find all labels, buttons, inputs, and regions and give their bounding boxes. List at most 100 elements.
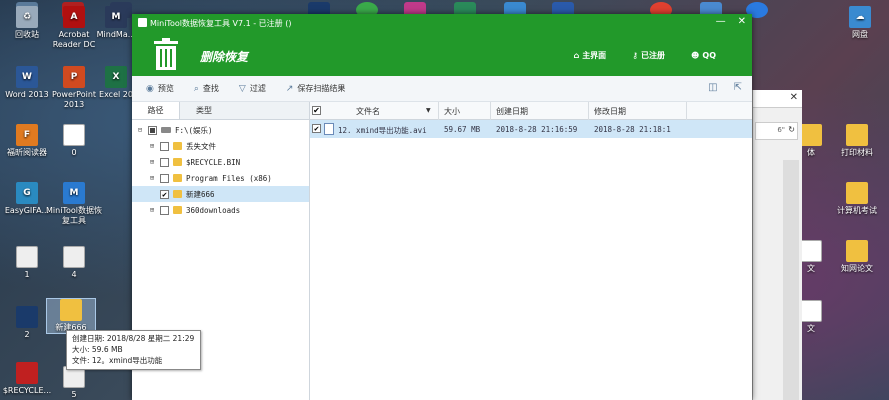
tree-label: 新建666 [186,189,215,199]
desktop-icon-label: PowerPoint 2013 [51,90,97,109]
panel-toggle-icon[interactable]: ◫ [708,82,717,93]
tree-checkbox[interactable]: ✔ [160,189,169,199]
nav-registered-label: 已注册 [641,51,666,60]
collapse-icon[interactable]: ⊟ [136,126,144,134]
toolbar-right: ◫ ⇱ [708,82,742,93]
nav-registered[interactable]: ⚷ 已注册 [632,50,665,61]
folder-icon [173,142,182,150]
background-window-titlebar[interactable]: ✕ [753,90,802,108]
address-box[interactable]: 6" ↻ [755,122,798,140]
folder-icon [173,174,182,182]
expand-icon[interactable]: ⊞ [148,142,156,150]
address-text: 6" [777,126,785,134]
desktop-icon-new666[interactable]: 新建666 [46,298,96,334]
desktop-icon-print[interactable]: 打印材料 [830,124,884,158]
preview-button[interactable]: ◉ 预览 [146,83,174,94]
excel-icon: X [105,66,127,88]
column-divider[interactable] [490,102,491,120]
file-icon [800,240,822,262]
qq-icon: ☻ [691,51,700,60]
nav-home-label: 主界面 [582,51,607,60]
export-icon[interactable]: ⇱ [734,82,742,93]
column-divider[interactable] [438,102,439,120]
sort-icon[interactable]: ▼ [426,107,431,114]
cell-created: 2018-8-28 21:16:59 [496,125,578,134]
expand-icon[interactable]: ⊞ [148,158,156,166]
desktop-icon-exam[interactable]: 计算机考试 [830,182,884,216]
desktop-icon-minitool[interactable]: M MiniTool数据恢复工具 [46,182,102,226]
filter-icon: ▽ [238,83,246,94]
table-row[interactable]: ✔ 12. xmind导出功能.avi 59.67 MB 2018-8-28 2… [310,120,752,138]
desktop-icon-powerpoint[interactable]: P PowerPoint 2013 [46,66,102,110]
desktop-icon-excel[interactable]: X Excel 20 [96,66,136,100]
scrollbar[interactable] [783,160,799,400]
tree-row-new666[interactable]: ✔ 新建666 [132,186,309,202]
acrobat-icon: A [63,6,85,28]
desktop-icon-cnki[interactable]: 知网论文 [830,240,884,274]
close-icon[interactable]: ✕ [738,16,746,27]
tab-path[interactable]: 路径 [132,102,180,119]
preview-label: 预览 [157,84,174,93]
tree-row-lost-files[interactable]: ⊞ 丢失文件 [132,138,309,154]
col-modified-header[interactable]: 修改日期 [594,106,626,117]
desktop-icon-label: 计算机考试 [837,206,877,215]
tooltip-created: 创建日期: 2018/8/28 星期二 21:29 [72,334,195,343]
tree-checkbox[interactable] [160,205,169,215]
desktop-icon-netdisk[interactable]: ☁ 网盘 [836,6,884,40]
background-window[interactable]: ✕ 6" ↻ [752,90,802,400]
app-window: MiniTool数据恢复工具 V7.1 - 已注册 () — ✕ 删除恢复 ⌂ … [132,14,752,400]
tab-type[interactable]: 类型 [180,102,228,119]
column-divider[interactable] [588,102,589,120]
cell-modified: 2018-8-28 21:18:1 [594,125,671,134]
save-scan-button[interactable]: ↗ 保存扫描结果 [286,83,346,94]
folder-icon [173,206,182,214]
desktop-icon-label: 福昕阅读器 [7,148,47,157]
desktop-icon-0[interactable]: 0 [46,124,102,158]
cell-size: 59.67 MB [444,125,481,134]
col-created-header[interactable]: 创建日期 [496,106,528,117]
toolbar: ◉ 预览 ⌕ 查找 ▽ 过滤 ↗ 保存扫描结果 ◫ ⇱ [132,76,752,102]
easygif-icon: G [16,182,38,204]
folder-icon [846,124,868,146]
tree-label: $RECYCLE.BIN [186,157,241,167]
select-all-checkbox[interactable]: ✔ [312,106,321,115]
cloud-icon: ☁ [849,6,871,28]
expand-icon[interactable]: ⊞ [148,174,156,182]
minimize-icon[interactable]: — [716,16,726,27]
desktop-icon-acrobat[interactable]: A Acrobat Reader DC [46,6,102,50]
nav-qq-label: QQ [702,51,716,60]
desktop-icon-label: $RECYCLE... [2,386,52,395]
eye-icon: ◉ [146,83,154,94]
column-divider[interactable] [686,102,687,120]
desktop-icon-5[interactable]: 5 [46,366,102,400]
desktop-icon-4[interactable]: 4 [46,246,102,280]
filter-button[interactable]: ▽ 过滤 [239,83,266,94]
tree-checkbox[interactable] [160,141,169,151]
row-checkbox[interactable]: ✔ [312,124,321,133]
app-logo-icon [138,18,147,27]
cell-name: 12. xmind导出功能.avi [338,126,427,135]
foxit-icon: F [16,124,38,146]
refresh-icon[interactable]: ↻ [788,125,795,134]
nav-home[interactable]: ⌂ 主界面 [573,50,606,61]
find-button[interactable]: ⌕ 查找 [194,83,219,94]
tree-checkbox[interactable] [148,125,157,135]
desktop-icon-label: 0 [71,148,77,157]
col-name-header[interactable]: 文件名 [356,106,380,117]
col-size-header[interactable]: 大小 [444,106,460,117]
file-grid: ✔ 文件名 ▼ 大小 创建日期 修改日期 ✔ 12. xmind导出功能.avi… [310,102,752,400]
expand-icon[interactable]: ⊞ [148,206,156,214]
tree-label: 丢失文件 [186,141,216,151]
tree-checkbox[interactable] [160,157,169,167]
titlebar[interactable]: MiniTool数据恢复工具 V7.1 - 已注册 () — ✕ 删除恢复 ⌂ … [132,14,752,76]
tree-tabs: 路径 类型 [132,102,309,120]
tree-row-program-files[interactable]: ⊞ Program Files (x86) [132,170,309,186]
tree-checkbox[interactable] [160,173,169,183]
desktop-icon-mindmaster[interactable]: M MindMa... [96,6,136,40]
folder-icon [846,182,868,204]
nav-qq[interactable]: ☻ QQ [691,50,716,61]
tree-row-recycle-bin[interactable]: ⊞ $RECYCLE.BIN [132,154,309,170]
tree-row-360downloads[interactable]: ⊞ 360downloads [132,202,309,218]
tree-row-drive[interactable]: ⊟ F:\(娱乐) [132,122,309,138]
close-icon[interactable]: ✕ [790,92,798,103]
